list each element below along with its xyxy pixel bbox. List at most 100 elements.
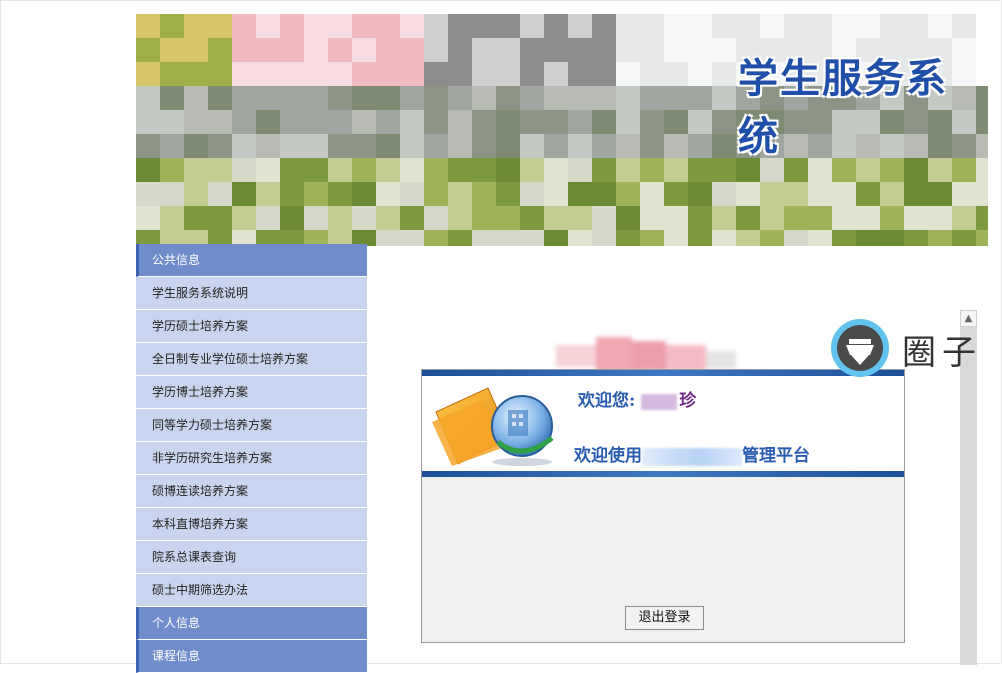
banner-mosaic-tile <box>712 110 736 134</box>
banner-mosaic-tile <box>664 86 688 110</box>
banner-mosaic-tile <box>424 134 448 158</box>
banner-mosaic-tile <box>688 62 712 86</box>
banner-mosaic-tile <box>328 14 352 38</box>
banner-mosaic-tile <box>280 86 304 110</box>
banner-mosaic-tile <box>424 230 448 246</box>
banner-mosaic-tile <box>640 158 664 182</box>
banner-mosaic-tile <box>160 14 184 38</box>
banner-mosaic-tile <box>880 206 904 230</box>
username-suffix: 珍 <box>679 391 697 411</box>
banner-mosaic-tile <box>232 182 256 206</box>
sidebar-item-professional-master-plan[interactable]: 全日制专业学位硕士培养方案 <box>136 343 367 376</box>
banner-mosaic-tile <box>352 86 376 110</box>
banner-mosaic-tile <box>640 134 664 158</box>
banner-mosaic-tile <box>400 86 424 110</box>
banner-mosaic-tile <box>520 86 544 110</box>
banner-mosaic-tile <box>688 134 712 158</box>
banner-mosaic-tile <box>136 134 160 158</box>
banner-mosaic-tile <box>616 182 640 206</box>
banner-mosaic-tile <box>616 206 640 230</box>
banner-mosaic-tile <box>640 86 664 110</box>
platform-prefix: 欢迎使用 <box>574 446 642 466</box>
banner-mosaic-tile <box>472 62 496 86</box>
banner-mosaic-tile <box>424 38 448 62</box>
banner-mosaic-tile <box>568 14 592 38</box>
banner-mosaic-tile <box>280 182 304 206</box>
banner-mosaic-tile <box>688 86 712 110</box>
banner-mosaic-tile <box>832 206 856 230</box>
welcome-platform-text: 欢迎使用 管理平台 <box>574 441 810 466</box>
banner-mosaic-tile <box>592 86 616 110</box>
banner-mosaic-tile <box>400 182 424 206</box>
sidebar-item-system-guide[interactable]: 学生服务系统说明 <box>136 277 367 310</box>
banner-mosaic-tile <box>736 182 760 206</box>
banner-mosaic-tile <box>520 230 544 246</box>
panel-divider-bar <box>422 471 904 477</box>
banner-mosaic-tile <box>136 158 160 182</box>
system-title: 学生服务系统 <box>738 56 948 160</box>
banner-mosaic-tile <box>304 110 328 134</box>
banner-mosaic-tile <box>520 158 544 182</box>
banner-mosaic-tile <box>448 86 472 110</box>
banner-mosaic-tile <box>304 86 328 110</box>
banner-mosaic-tile <box>520 182 544 206</box>
banner-mosaic-tile <box>352 206 376 230</box>
banner-mosaic-tile <box>904 230 928 246</box>
banner-mosaic-tile <box>760 230 784 246</box>
banner-mosaic-tile <box>640 38 664 62</box>
sidebar-item-course-schedule[interactable]: 院系总课表查询 <box>136 541 367 574</box>
banner-mosaic-tile <box>208 206 232 230</box>
logout-button[interactable]: 退出登录 <box>625 606 704 630</box>
banner-mosaic-tile <box>976 230 988 246</box>
banner-mosaic-tile <box>664 158 688 182</box>
banner-mosaic-tile <box>256 14 280 38</box>
sidebar-item-equivalent-master-plan[interactable]: 同等学力硕士培养方案 <box>136 409 367 442</box>
banner-mosaic-tile <box>400 62 424 86</box>
banner-mosaic-tile <box>352 158 376 182</box>
banner-mosaic-tile <box>520 14 544 38</box>
sidebar-item-master-doctor-plan[interactable]: 硕博连读培养方案 <box>136 475 367 508</box>
banner-mosaic-tile <box>136 86 160 110</box>
sidebar-item-doctoral-plan[interactable]: 学历博士培养方案 <box>136 376 367 409</box>
banner-mosaic-tile <box>712 182 736 206</box>
sidebar-section-public-info[interactable]: 公共信息 <box>136 244 367 277</box>
banner-mosaic-tile <box>760 182 784 206</box>
banner-mosaic-tile <box>376 230 400 246</box>
banner-mosaic-tile <box>232 38 256 62</box>
banner-mosaic-tile <box>568 206 592 230</box>
sidebar-section-course-info[interactable]: 课程信息 <box>136 640 367 673</box>
banner-mosaic-tile <box>616 86 640 110</box>
banner-mosaic-tile <box>592 38 616 62</box>
banner-mosaic-tile <box>160 110 184 134</box>
banner-mosaic-tile <box>496 86 520 110</box>
banner-mosaic-tile <box>472 86 496 110</box>
banner-mosaic-tile <box>664 38 688 62</box>
sidebar-item-direct-doctor-plan[interactable]: 本科直博培养方案 <box>136 508 367 541</box>
banner-mosaic-tile <box>640 14 664 38</box>
banner-mosaic-tile <box>664 182 688 206</box>
sidebar-item-non-degree-plan[interactable]: 非学历研究生培养方案 <box>136 442 367 475</box>
banner-mosaic-tile <box>472 182 496 206</box>
banner-mosaic-tile <box>448 110 472 134</box>
banner-mosaic-tile <box>280 38 304 62</box>
banner-mosaic-tile <box>160 134 184 158</box>
banner-mosaic-tile <box>256 182 280 206</box>
sidebar-item-academic-master-plan[interactable]: 学历硕士培养方案 <box>136 310 367 343</box>
banner-mosaic-tile <box>712 14 736 38</box>
banner-mosaic-tile <box>160 38 184 62</box>
banner-mosaic-tile <box>712 86 736 110</box>
banner-mosaic-tile <box>208 110 232 134</box>
welcome-prefix: 欢迎您: <box>578 391 636 411</box>
sidebar-item-midterm-screening[interactable]: 硕士中期筛选办法 <box>136 574 367 607</box>
banner-mosaic-tile <box>256 206 280 230</box>
banner-mosaic-tile <box>544 158 568 182</box>
banner-mosaic-tile <box>616 230 640 246</box>
banner-mosaic-tile <box>496 134 520 158</box>
banner-mosaic-tile <box>976 182 988 206</box>
banner-mosaic-tile <box>808 182 832 206</box>
banner-mosaic-tile <box>400 38 424 62</box>
banner-mosaic-tile <box>832 14 856 38</box>
banner-mosaic-tile <box>376 158 400 182</box>
banner-mosaic-tile <box>208 86 232 110</box>
sidebar-section-personal-info[interactable]: 个人信息 <box>136 607 367 640</box>
